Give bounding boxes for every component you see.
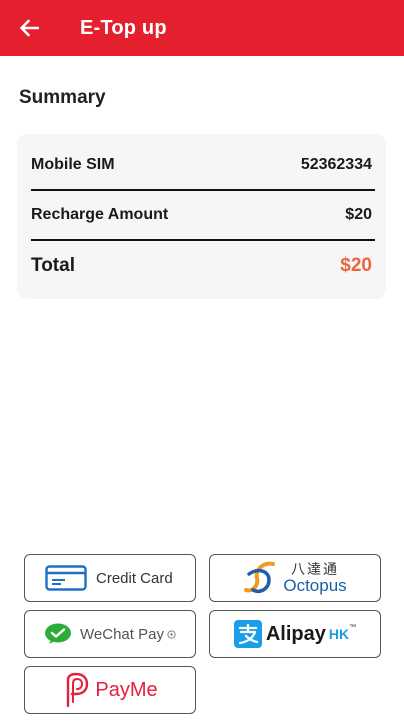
- page-title: E-Top up: [80, 16, 167, 39]
- wechat-logo: [45, 623, 72, 644]
- arrow-left-icon: [20, 19, 39, 37]
- alipay-hk-label: HK: [328, 626, 350, 642]
- alipay-label: Alipay: [265, 622, 326, 645]
- divider: [31, 189, 375, 191]
- recharge-amount-value: $20: [345, 206, 372, 223]
- octopus-button[interactable]: 八達通 Octopus: [209, 554, 381, 602]
- mobile-sim-row: Mobile SIM 52362334: [31, 156, 372, 174]
- payme-label: PayMe: [95, 678, 158, 701]
- payme-button[interactable]: PayMe: [24, 666, 196, 714]
- recharge-amount-row: Recharge Amount $20: [31, 206, 372, 224]
- trademark-mark: ™: [349, 624, 357, 631]
- divider: [31, 239, 375, 241]
- wechat-pay-label: WeChat Pay: [80, 625, 164, 643]
- total-value: $20: [340, 255, 372, 276]
- credit-card-icon: [45, 565, 87, 591]
- payme-logo: [67, 672, 89, 708]
- alipay-logo: [233, 620, 262, 648]
- summary-card: Mobile SIM 52362334 Recharge Amount $20 …: [17, 134, 386, 299]
- app-bar: E-Top up: [0, 0, 404, 56]
- octopus-chinese-label: 八達通: [291, 561, 339, 577]
- octopus-logo: [244, 561, 276, 593]
- registered-mark-icon: [167, 629, 176, 639]
- credit-card-label: Credit Card: [96, 569, 173, 587]
- summary-heading: Summary: [19, 87, 106, 108]
- credit-card-button[interactable]: Credit Card: [24, 554, 196, 602]
- octopus-label: Octopus: [283, 576, 347, 595]
- total-label: Total: [31, 255, 75, 276]
- wechat-pay-button[interactable]: WeChat Pay: [24, 610, 196, 658]
- total-row: Total $20: [31, 255, 372, 277]
- mobile-sim-label: Mobile SIM: [31, 156, 115, 173]
- recharge-amount-label: Recharge Amount: [31, 206, 169, 223]
- back-button[interactable]: [0, 0, 64, 56]
- mobile-sim-value: 52362334: [300, 156, 372, 173]
- alipay-hk-button[interactable]: Alipay HK ™: [209, 610, 381, 658]
